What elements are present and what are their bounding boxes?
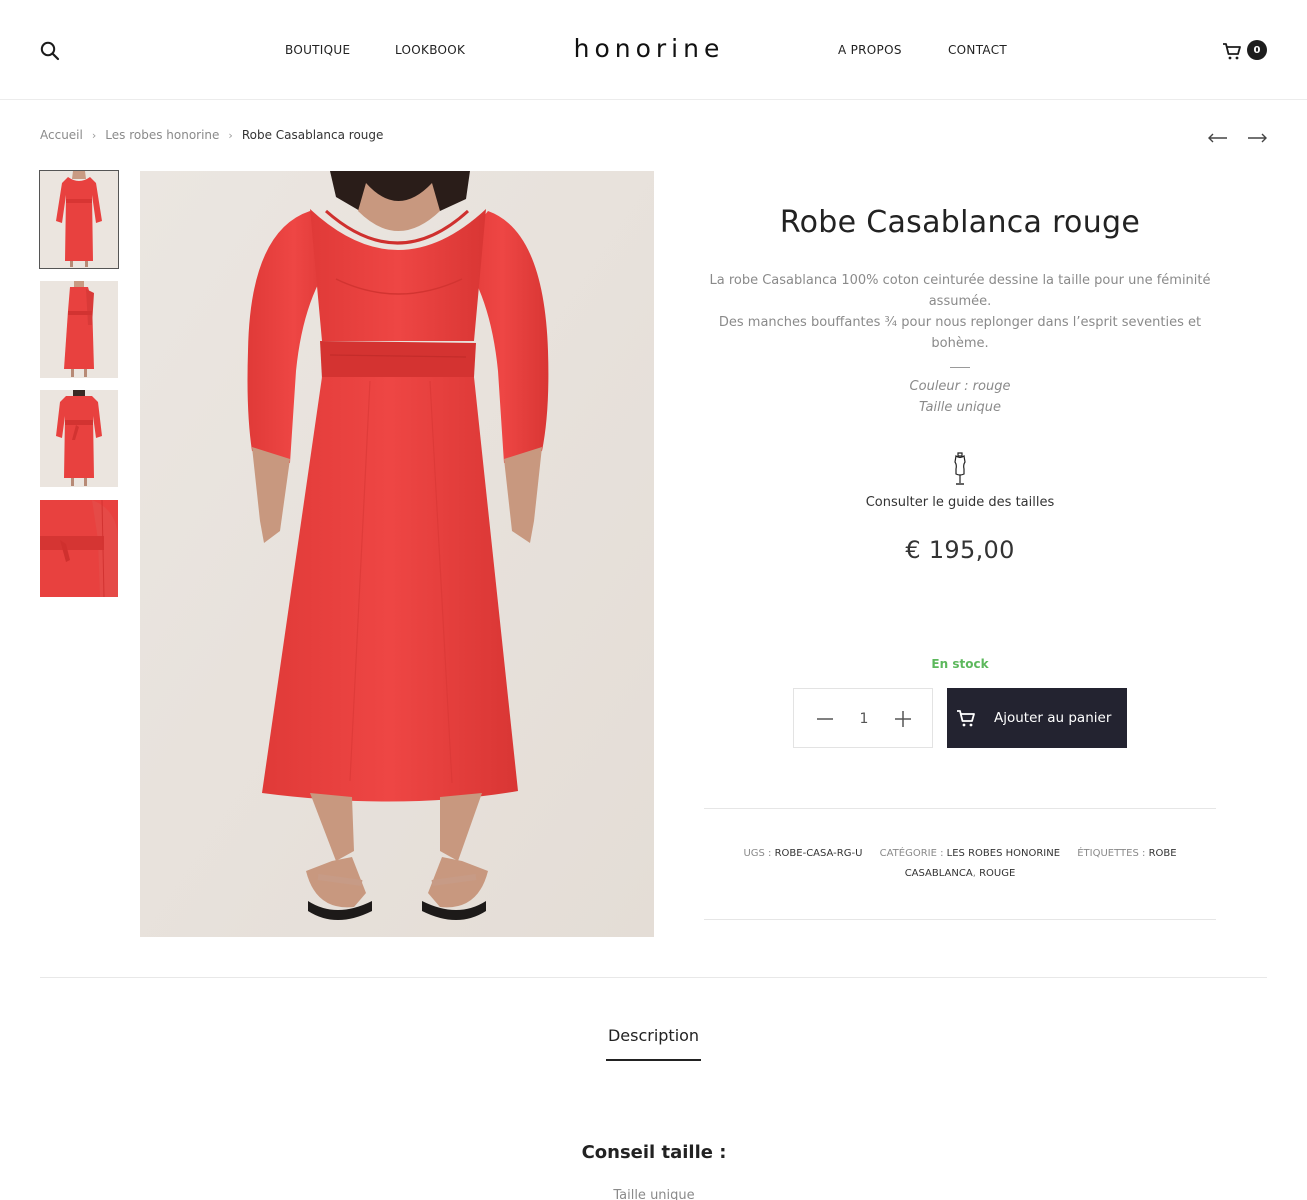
size-guide-label: Consulter le guide des tailles (865, 495, 1055, 510)
search-button[interactable] (40, 41, 60, 61)
product-main-image[interactable] (140, 171, 654, 937)
divider (704, 919, 1216, 920)
stock-status: En stock (931, 657, 989, 671)
product-meta: UGS : ROBE-CASA-RG-U CATÉGORIE : LES ROB… (743, 848, 1177, 879)
size-advice-text: Taille unique (613, 1188, 695, 1200)
tab-description[interactable]: Description (606, 1026, 701, 1061)
product-thumbnail[interactable] (40, 500, 118, 597)
size-advice-heading: Conseil taille : (581, 1142, 727, 1163)
quantity-input[interactable] (841, 707, 887, 731)
product-photo (40, 500, 118, 597)
product-photo (140, 171, 654, 937)
quantity-increase-button[interactable] (892, 708, 914, 730)
quantity-stepper (793, 688, 933, 748)
site-logo[interactable]: honorine (560, 34, 738, 63)
description-paragraph: Des manches bouffantes ¾ pour nous replo… (718, 315, 1202, 351)
sku-label: UGS : (743, 848, 772, 859)
cart-icon (957, 710, 975, 727)
product-title: Robe Casablanca rouge (779, 205, 1141, 240)
color-attribute: Couleur : rouge (909, 379, 1011, 394)
product-summary: Robe Casablanca rouge La robe Casablanca… (704, 205, 1216, 564)
breadcrumb-separator: › (228, 128, 233, 142)
sku-value: ROBE-CASA-RG-U (774, 848, 863, 859)
breadcrumb-current: Robe Casablanca rouge (241, 128, 384, 142)
size-guide-link[interactable]: Consulter le guide des tailles (704, 452, 1216, 510)
breadcrumb-separator: › (91, 128, 97, 142)
breadcrumb-home[interactable]: Accueil (40, 128, 83, 142)
previous-product-button[interactable] (1207, 130, 1229, 144)
search-icon (40, 41, 60, 61)
divider (40, 977, 1267, 978)
minus-icon (817, 718, 833, 720)
category-label: CATÉGORIE : (879, 848, 944, 859)
product-photo (40, 390, 118, 487)
divider (704, 808, 1216, 809)
nav-lookbook[interactable]: LOOKBOOK (395, 43, 465, 57)
description-paragraph: La robe Casablanca 100% coton ceinturée … (709, 273, 1211, 309)
nav-contact[interactable]: CONTACT (948, 43, 1007, 57)
product-photo (40, 281, 118, 378)
product-short-description: La robe Casablanca 100% coton ceinturée … (704, 270, 1216, 418)
add-to-cart-label: Ajouter au panier (994, 710, 1112, 726)
tags-label: ÉTIQUETTES : (1077, 848, 1146, 859)
plus-icon (895, 711, 911, 727)
arrow-right-icon (1248, 133, 1267, 143)
breadcrumb: Accueil › Les robes honorine › Robe Casa… (40, 128, 383, 142)
cart-icon (1223, 43, 1241, 60)
divider (950, 367, 970, 368)
product-price: € 195,00 (905, 536, 1015, 564)
nav-boutique[interactable]: BOUTIQUE (285, 43, 350, 57)
tag-link[interactable]: ROUGE (979, 868, 1015, 879)
add-to-cart-button[interactable]: Ajouter au panier (947, 688, 1127, 748)
arrow-left-icon (1208, 133, 1227, 143)
product-photo (40, 171, 118, 268)
site-header: BOUTIQUE LOOKBOOK honorine A PROPOS CONT… (0, 0, 1307, 100)
size-attribute: Taille unique (918, 400, 1002, 415)
product-thumbnail[interactable] (39, 170, 119, 269)
nav-a-propos[interactable]: A PROPOS (838, 43, 902, 57)
quantity-decrease-button[interactable] (814, 708, 836, 730)
dress-form-icon (954, 452, 966, 485)
product-thumbnail[interactable] (40, 281, 118, 378)
product-thumbnail[interactable] (40, 390, 118, 487)
cart-count-badge: 0 (1247, 40, 1267, 60)
next-product-button[interactable] (1246, 130, 1268, 144)
cart-button[interactable]: 0 (1222, 40, 1270, 62)
breadcrumb-category[interactable]: Les robes honorine (105, 128, 219, 142)
category-link[interactable]: LES ROBES HONORINE (947, 848, 1060, 859)
